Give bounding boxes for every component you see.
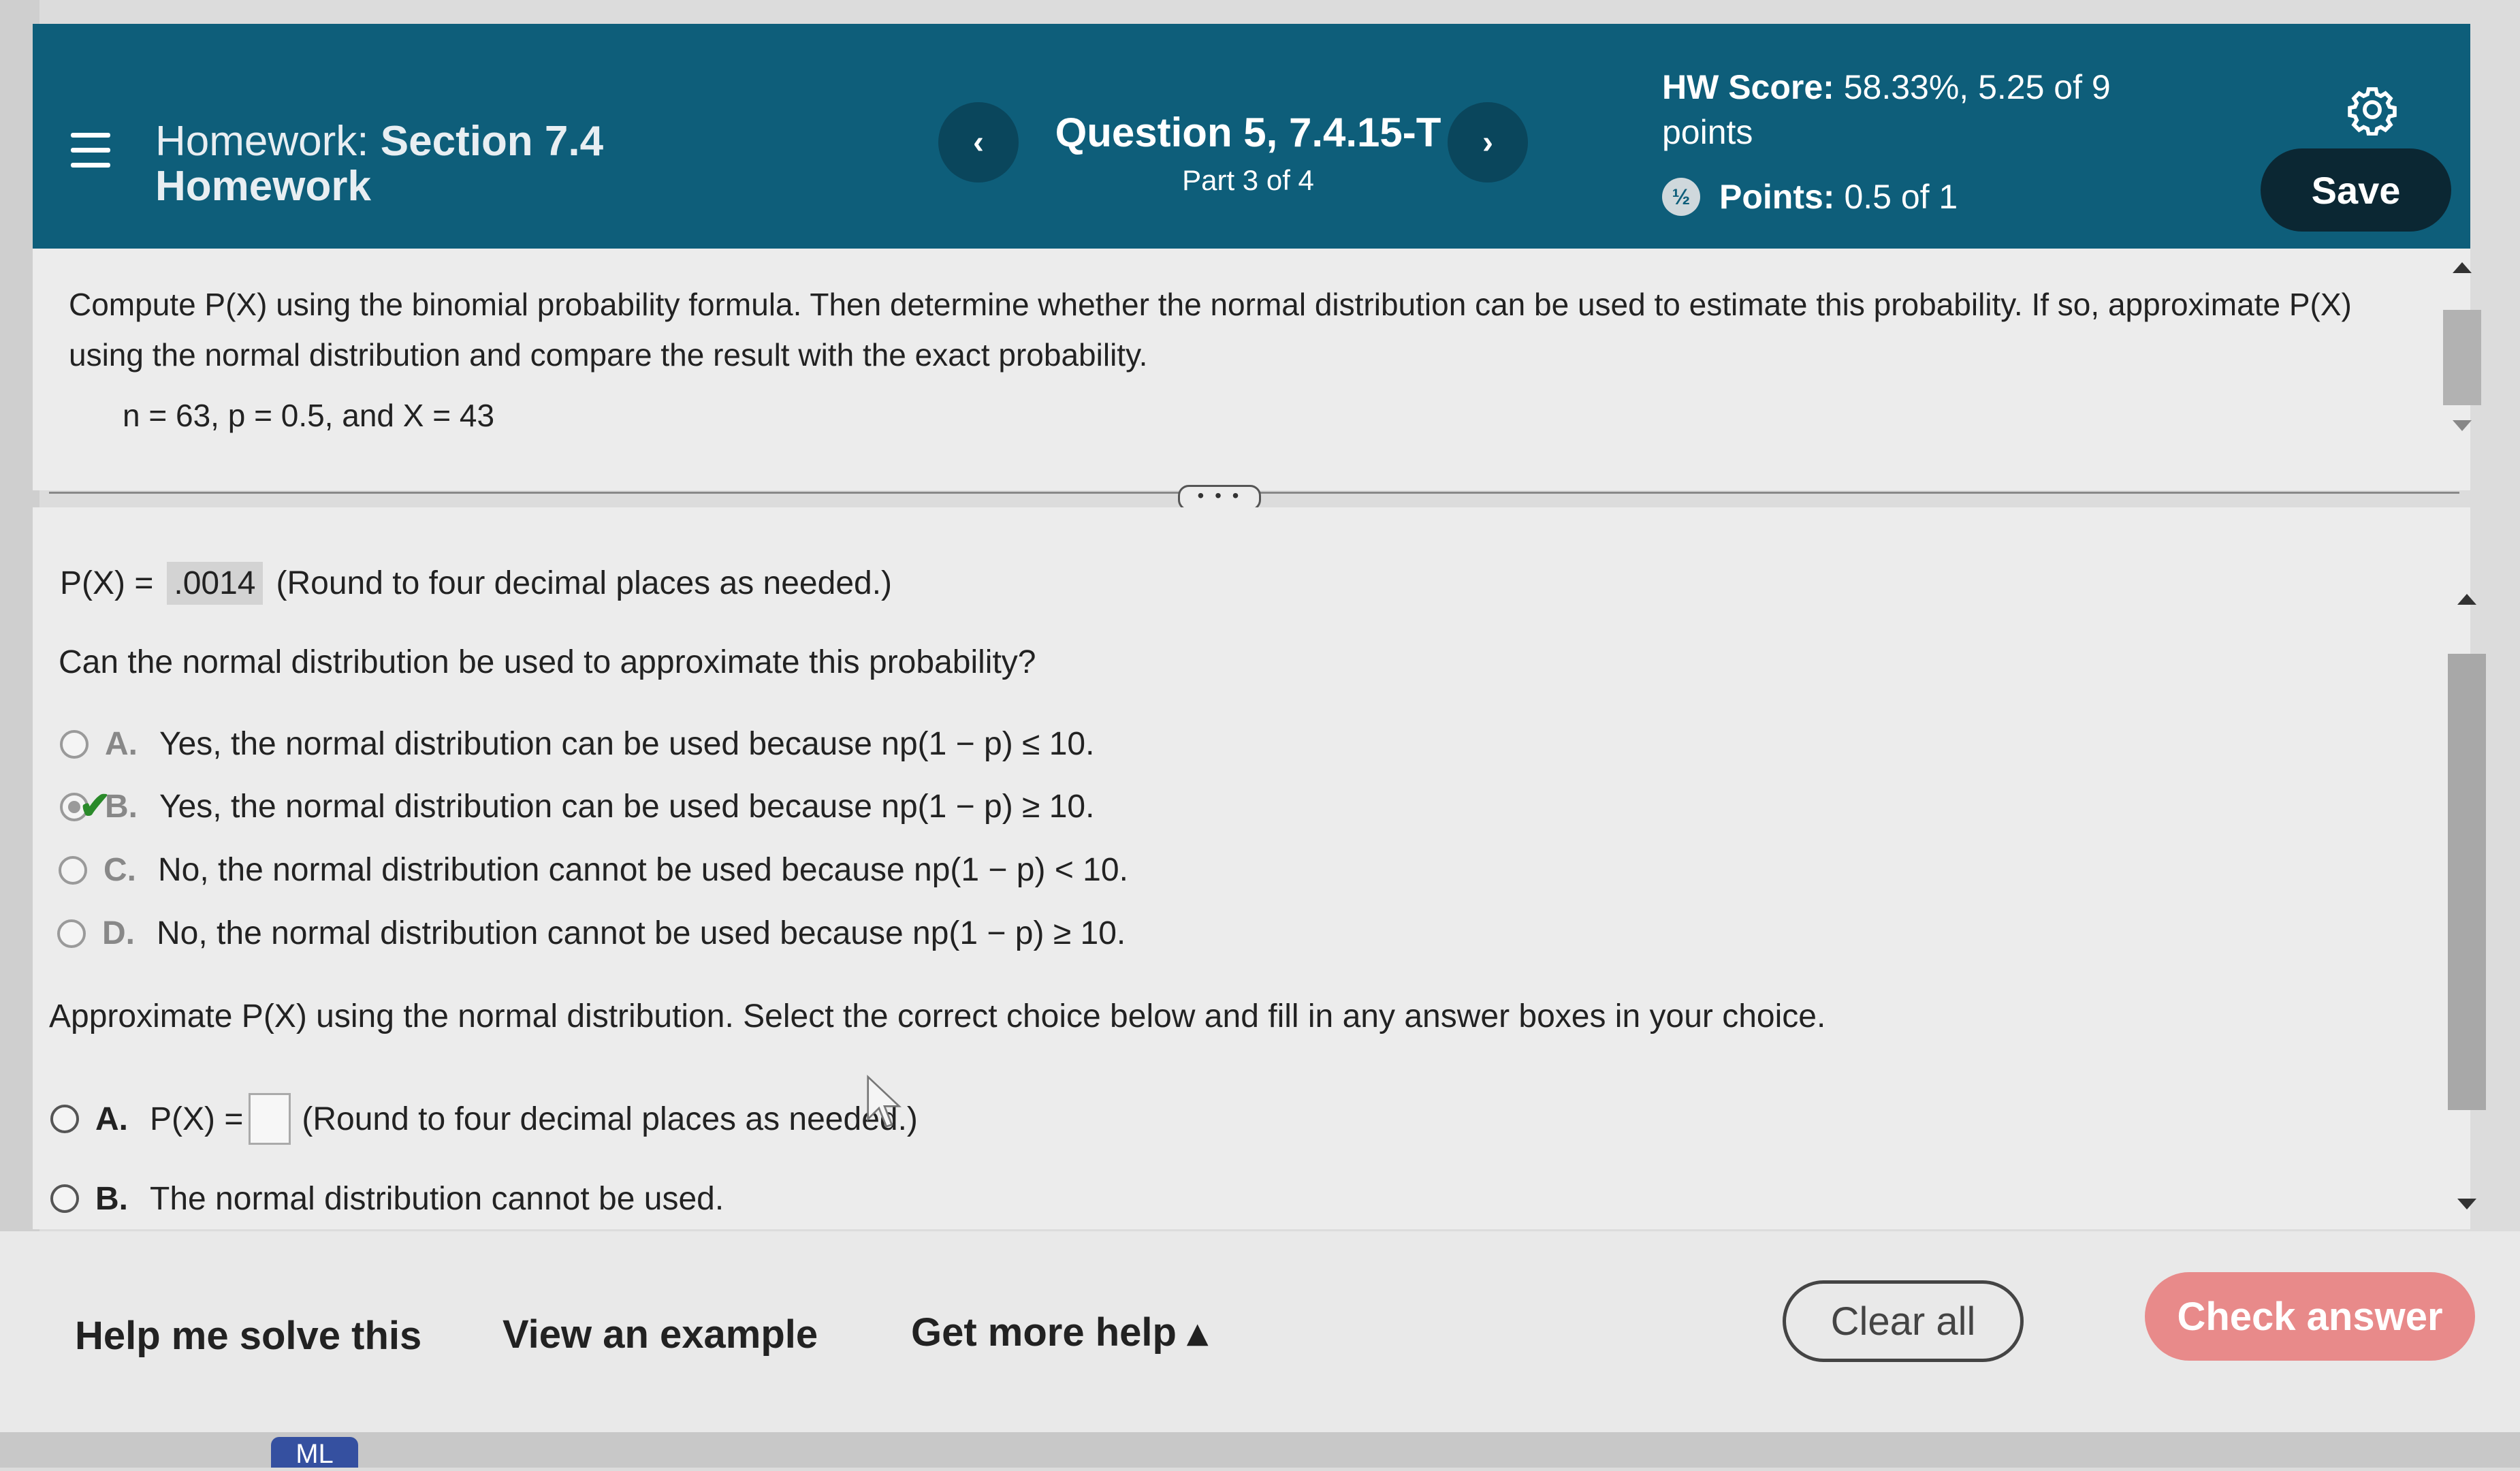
view-example-link[interactable]: View an example (503, 1312, 818, 1357)
answer-scroll-up-icon[interactable] (2457, 594, 2476, 605)
px-answer-field[interactable]: .0014 (167, 562, 263, 605)
title-section: Section 7.4 (380, 118, 604, 165)
radio-option-c[interactable] (59, 855, 87, 885)
option-a[interactable]: A. Yes, the normal distribution can be u… (60, 725, 1094, 763)
radio-option-a[interactable] (60, 729, 89, 759)
title-prefix: Homework: (155, 118, 369, 165)
approx-answer-input[interactable] (249, 1093, 291, 1145)
question-normal: Can the normal distribution be used to a… (59, 644, 1036, 680)
px-answer-row: P(X) = .0014 (Round to four decimal plac… (60, 562, 892, 605)
px-hint: (Round to four decimal places as needed.… (276, 565, 893, 601)
ml-tab[interactable]: ML (271, 1437, 358, 1469)
previous-question-button[interactable]: ‹ (938, 102, 1019, 183)
approx-a-prefix: P(X) = (150, 1101, 244, 1137)
question-approximate: Approximate P(X) using the normal distri… (49, 998, 1826, 1034)
hw-score: HW Score: 58.33%, 5.25 of 9 points (1662, 65, 2193, 155)
radio-approx-a[interactable] (50, 1105, 79, 1133)
problem-scroll-thumb[interactable] (2443, 310, 2481, 405)
answer-panel: P(X) = .0014 (Round to four decimal plac… (33, 507, 2486, 1229)
answer-scroll-thumb[interactable] (2448, 654, 2486, 1110)
gear-icon[interactable] (2346, 84, 2398, 136)
approx-a-hint: (Round to four decimal places as needed.… (302, 1101, 918, 1137)
px-label: P(X) = (60, 565, 154, 601)
points-label: Points: (1719, 178, 1835, 216)
option-d-letter: D. (102, 915, 135, 951)
problem-scrollbar[interactable] (2443, 262, 2481, 431)
option-d[interactable]: D. No, the normal distribution cannot be… (57, 915, 1126, 952)
approx-option-a[interactable]: A. P(X) = (Round to four decimal places … (50, 1093, 918, 1145)
option-c-letter: C. (103, 852, 136, 888)
option-b-text: Yes, the normal distribution can be used… (159, 789, 1095, 825)
approx-b-text: The normal distribution cannot be used. (150, 1182, 724, 1216)
correct-check-icon: ✔ (79, 783, 111, 827)
problem-text: Compute P(X) using the binomial probabil… (69, 287, 2352, 373)
radio-option-d[interactable] (57, 919, 86, 948)
get-more-help-link[interactable]: Get more help ▴ (911, 1309, 1207, 1355)
page: Homework: Section 7.4 Homework ‹ Questio… (0, 0, 2520, 1469)
save-button[interactable]: Save (2261, 148, 2451, 232)
partial-credit-icon: ½ (1662, 178, 1700, 216)
question-title: Question 5, 7.4.15-T (1055, 110, 1441, 155)
hw-score-label: HW Score: (1662, 68, 1834, 106)
taskbar-strip (0, 1432, 2520, 1468)
option-c[interactable]: C. No, the normal distribution cannot be… (59, 851, 1128, 889)
scroll-up-icon[interactable] (2453, 262, 2472, 273)
problem-panel: Compute P(X) using the binomial probabil… (33, 249, 2481, 490)
clear-all-button[interactable]: Clear all (1783, 1280, 2024, 1362)
radio-approx-b[interactable] (50, 1184, 79, 1213)
homework-title: Homework: Section 7.4 Homework (155, 119, 603, 209)
approx-a-letter: A. (95, 1101, 128, 1137)
points-value: 0.5 of 1 (1844, 178, 1958, 216)
approx-option-b[interactable]: B. The normal distribution cannot be use… (50, 1182, 724, 1216)
option-a-text: Yes, the normal distribution can be used… (159, 726, 1095, 762)
check-answer-button[interactable]: Check answer (2145, 1272, 2475, 1361)
option-c-text: No, the normal distribution cannot be us… (158, 852, 1128, 888)
hw-score-unit: points (1662, 113, 1753, 151)
mouse-cursor-icon (867, 1075, 902, 1128)
title-homework: Homework (155, 163, 371, 210)
menu-icon[interactable] (71, 133, 110, 172)
option-d-text: No, the normal distribution cannot be us… (157, 915, 1126, 951)
part-label: Part 3 of 4 (1182, 164, 1314, 196)
option-a-letter: A. (105, 726, 138, 762)
next-question-button[interactable]: › (1448, 102, 1528, 183)
given-values: n = 63, p = 0.5, and X = 43 (123, 398, 495, 433)
chevron-right-icon: › (1482, 124, 1493, 161)
hw-score-value: 58.33%, 5.25 of 9 (1843, 68, 2111, 106)
radio-option-b[interactable]: ✔ (60, 784, 111, 827)
approx-b-letter: B. (95, 1182, 128, 1216)
chevron-left-icon: ‹ (973, 124, 984, 161)
scroll-down-icon[interactable] (2453, 420, 2472, 431)
option-b[interactable]: ✔ B. Yes, the normal distribution can be… (60, 784, 1095, 827)
help-me-solve-link[interactable]: Help me solve this (75, 1313, 421, 1359)
footer-bar: Help me solve this View an example Get m… (0, 1231, 2520, 1432)
points-row: ½ Points: 0.5 of 1 (1662, 177, 1958, 217)
answer-scrollbar[interactable] (2446, 545, 2487, 1209)
header-bar: Homework: Section 7.4 Homework ‹ Questio… (33, 24, 2470, 249)
answer-scroll-down-icon[interactable] (2457, 1199, 2476, 1209)
